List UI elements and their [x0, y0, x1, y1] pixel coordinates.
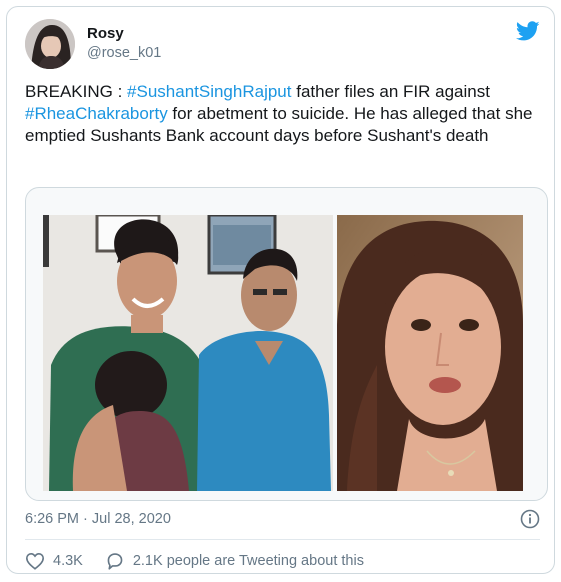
photo-rhea[interactable] — [337, 215, 523, 491]
tweet-timestamp[interactable]: 6:26 PM · Jul 28, 2020 — [25, 511, 171, 527]
like-action[interactable]: 4.3K — [25, 552, 83, 570]
tweet-text-segment: father files an FIR against — [291, 82, 490, 101]
tweet-text-segment: BREAKING : — [25, 82, 128, 101]
user-handle[interactable]: @rose_k01 — [87, 45, 161, 61]
twitter-bird-icon[interactable] — [516, 19, 540, 43]
hashtag-link[interactable]: #SushantSinghRajput — [127, 82, 291, 101]
conversation-action[interactable]: 2.1K people are Tweeting about this — [105, 552, 364, 570]
display-name[interactable]: Rosy — [87, 25, 124, 42]
avatar[interactable] — [25, 19, 75, 69]
divider — [25, 539, 540, 540]
conversation-label: 2.1K people are Tweeting about this — [132, 553, 364, 569]
tweet-actions: 4.3K 2.1K people are Tweeting about this — [25, 550, 364, 572]
info-icon[interactable] — [520, 509, 540, 529]
tweet-media[interactable] — [25, 187, 548, 501]
photo-sushant-and-father[interactable] — [43, 215, 333, 491]
hashtag-link[interactable]: #RheaChakraborty — [25, 104, 168, 123]
like-count: 4.3K — [53, 553, 83, 569]
heart-icon — [25, 552, 45, 570]
tweet-card: Rosy @rose_k01 BREAKING : #SushantSinghR… — [6, 6, 555, 574]
tweet-text: BREAKING : #SushantSinghRajput father fi… — [25, 81, 541, 147]
speech-bubble-icon — [107, 553, 123, 570]
